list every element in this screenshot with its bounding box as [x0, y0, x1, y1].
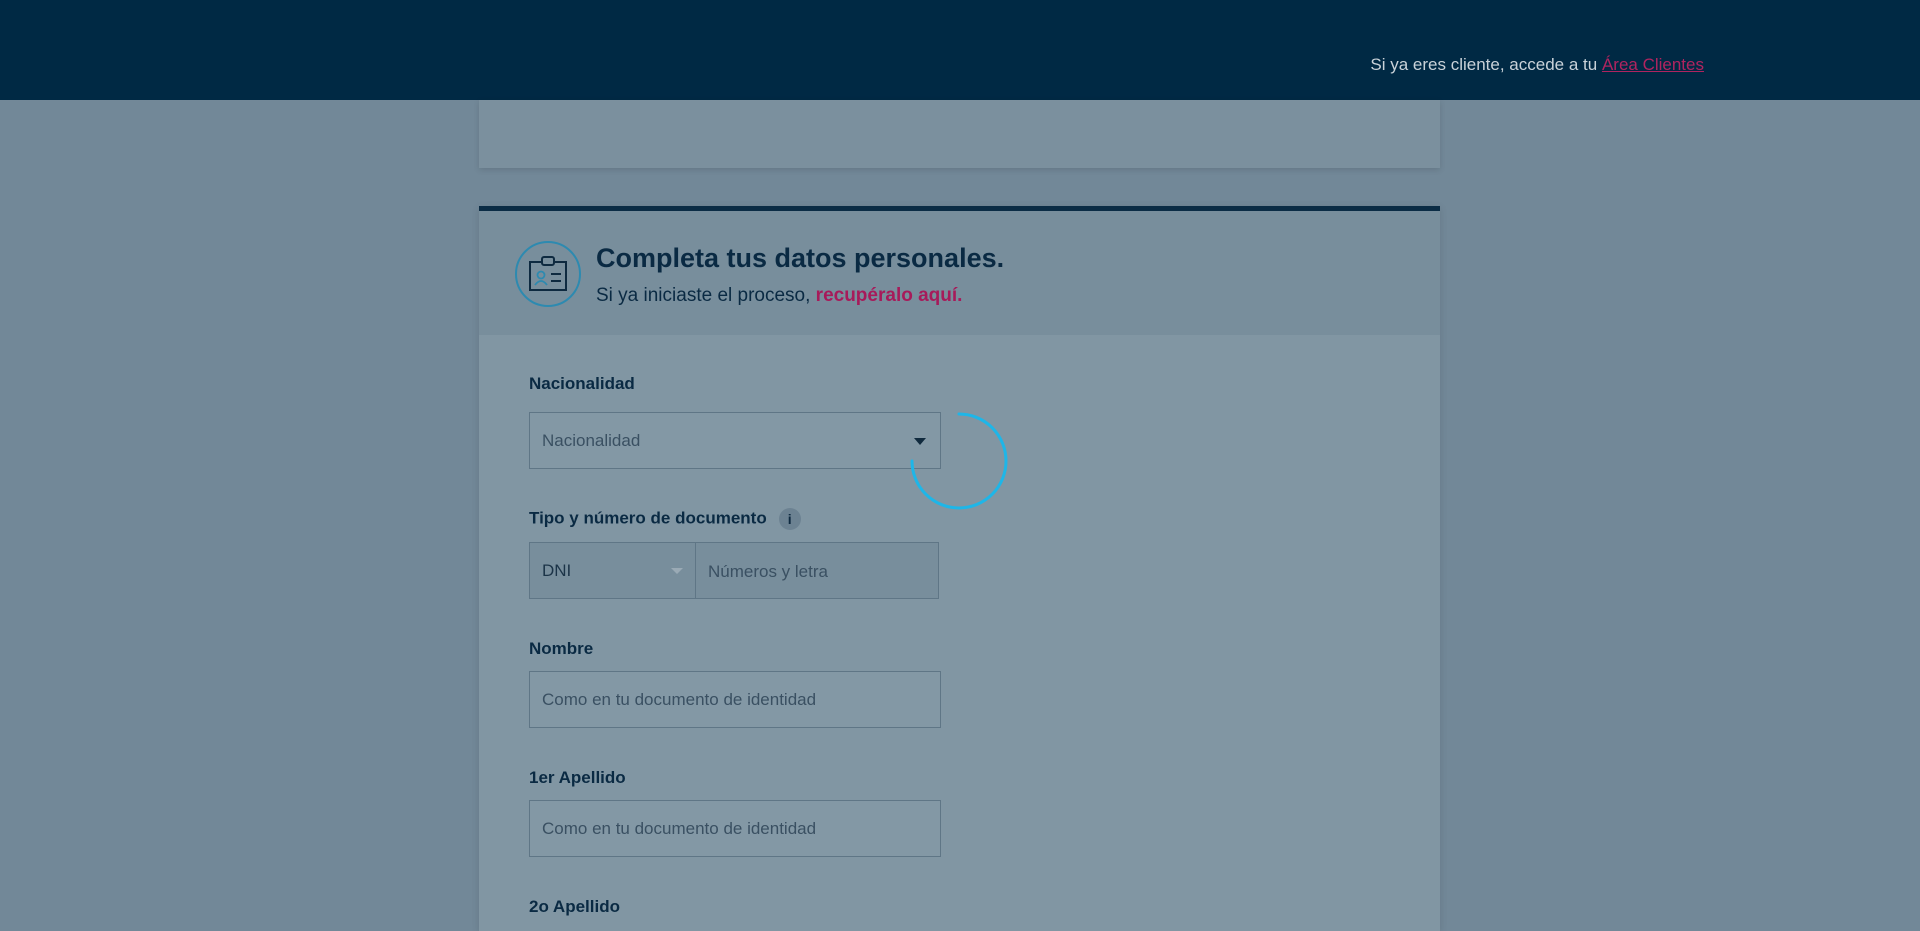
nationality-select[interactable]: Nacionalidad [529, 412, 941, 469]
document-number-input[interactable]: Números y letra [695, 542, 939, 599]
nationality-label: Nacionalidad [529, 374, 635, 393]
nationality-placeholder: Nacionalidad [542, 431, 641, 450]
client-login-text: Si ya eres cliente, accede a tu [1370, 55, 1602, 74]
client-login-prompt: Si ya eres cliente, accede a tu Área Cli… [1370, 55, 1704, 75]
surname2-label: 2o Apellido [529, 897, 620, 916]
form-title: Completa tus datos personales. [596, 243, 1005, 273]
top-header: Si ya eres cliente, accede a tu Área Cli… [0, 0, 1920, 100]
document-label-text: Tipo y número de documento [529, 508, 767, 528]
first-name-input[interactable]: Como en tu documento de identidad [529, 671, 941, 728]
form-header: Completa tus datos personales. Si ya ini… [479, 211, 1440, 335]
first-name-placeholder: Como en tu documento de identidad [542, 690, 817, 709]
form-subtitle: Si ya iniciaste el proceso, recupéralo a… [596, 285, 962, 307]
chevron-down-icon [671, 568, 683, 574]
previous-section-card [479, 100, 1440, 168]
subtitle-text: Si ya iniciaste el proceso, [596, 285, 816, 306]
info-icon[interactable]: i [778, 508, 801, 530]
personal-data-form: Completa tus datos personales. Si ya ini… [479, 206, 1440, 931]
surname1-input[interactable]: Como en tu documento de identidad [529, 800, 941, 857]
document-label: Tipo y número de documento i [529, 508, 801, 530]
document-type-value: DNI [542, 561, 572, 580]
surname1-placeholder: Como en tu documento de identidad [542, 819, 817, 838]
client-area-link[interactable]: Área Clientes [1602, 55, 1704, 74]
surname1-label: 1er Apellido [529, 768, 626, 787]
id-card-icon [515, 241, 581, 307]
recover-process-link[interactable]: recupéralo aquí. [816, 285, 963, 306]
loading-spinner [910, 412, 1008, 510]
document-number-placeholder: Números y letra [708, 562, 828, 581]
document-type-select[interactable]: DNI [529, 542, 696, 599]
first-name-label: Nombre [529, 639, 594, 658]
